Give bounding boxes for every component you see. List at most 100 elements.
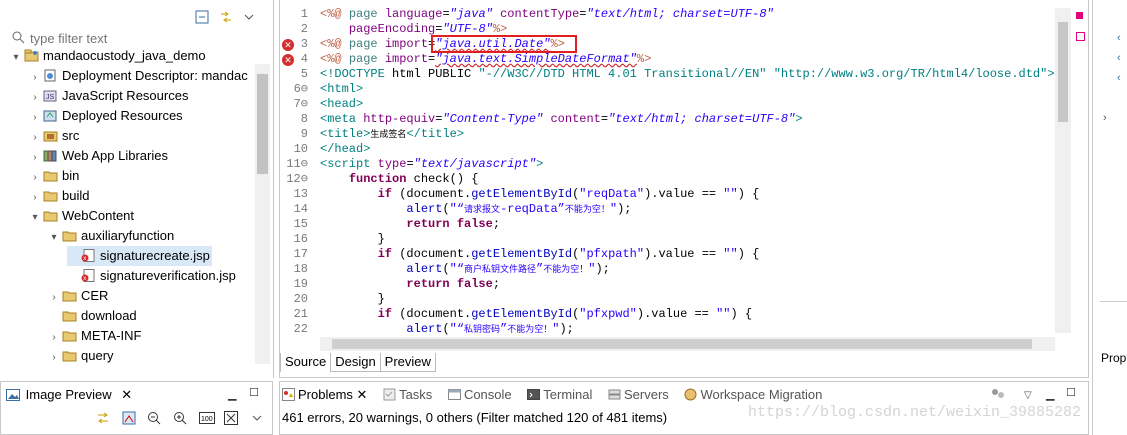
expand-down-icon[interactable]: ▾ (48, 228, 60, 248)
chevron-left-icon[interactable]: ‹ (1117, 72, 1121, 84)
tab-problems[interactable]: Problems ✕ (282, 384, 367, 406)
link-with-editor-icon[interactable] (219, 10, 233, 24)
editor-vertical-scrollbar-thumb[interactable] (1058, 22, 1068, 122)
tree-item[interactable]: › CER (48, 286, 108, 306)
chevron-right-icon[interactable]: › (48, 328, 60, 348)
chevron-right-icon[interactable]: › (29, 168, 41, 188)
tab-preview[interactable]: Preview (379, 353, 436, 372)
line-number: 21 (293, 307, 308, 321)
line-number: 5 (300, 67, 308, 81)
svg-text:100: 100 (201, 416, 213, 423)
code-line-8: <meta http-equiv="Content-Type" content=… (320, 112, 803, 126)
tab-servers[interactable]: Servers (608, 384, 669, 406)
folder-icon (43, 208, 58, 222)
terminal-icon (527, 386, 541, 400)
folder-icon (62, 288, 77, 302)
close-icon[interactable]: ✕ (121, 387, 132, 402)
code-line-19: return false; (406, 277, 501, 291)
code-line-7: <head> (320, 97, 364, 111)
library-icon (43, 148, 58, 162)
maximize-icon[interactable]: ☐ (1066, 386, 1076, 399)
image-icon (6, 386, 20, 401)
overview-marker[interactable] (1076, 32, 1085, 41)
tree-item[interactable]: › Web App Libraries (29, 146, 168, 166)
expand-down-icon[interactable]: ▾ (10, 48, 22, 68)
tree-item[interactable]: › query (48, 346, 114, 368)
chevron-right-icon[interactable]: › (29, 68, 41, 88)
right-side-panel (1092, 0, 1127, 435)
chevron-right-icon[interactable]: › (29, 128, 41, 148)
error-marker-icon[interactable]: ✕ (282, 39, 294, 51)
sync-icon[interactable] (96, 411, 110, 425)
divider (1100, 301, 1127, 302)
tree-item-label: query (81, 348, 114, 363)
editor-mode-tabs: Source Design Preview (280, 353, 436, 373)
tab-tasks[interactable]: Tasks (383, 384, 432, 406)
minimize-icon[interactable]: ▁ (1046, 388, 1054, 401)
chevron-right-icon[interactable]: › (29, 188, 41, 208)
line-number: 1 (300, 7, 308, 21)
actual-size-icon[interactable]: 100 (198, 411, 215, 425)
code-line-18: alert("“商户私钥文件路径”不能为空！"); (406, 262, 610, 276)
view-menu-icon[interactable] (250, 411, 264, 425)
tree-item[interactable]: › META-INF (48, 326, 141, 346)
tree-item[interactable]: download (48, 306, 137, 326)
tree-item[interactable]: ▾ mandaocustody_java_demo (10, 46, 205, 68)
tab-design[interactable]: Design (330, 353, 381, 372)
tree-item[interactable]: › bin (29, 166, 79, 186)
tab-terminal[interactable]: Terminal (527, 384, 592, 406)
chevron-right-icon[interactable]: › (29, 148, 41, 168)
editor-horizontal-scrollbar-thumb[interactable] (332, 339, 1032, 349)
fit-window-icon[interactable] (224, 410, 239, 425)
console-icon (447, 386, 461, 400)
explorer-scrollbar-thumb[interactable] (257, 74, 268, 174)
chevron-left-icon[interactable]: ‹ (1117, 52, 1121, 64)
chevron-left-icon[interactable]: ‹ (1117, 32, 1121, 44)
tree-item[interactable]: › Deployment Descriptor: mandac (29, 66, 247, 88)
line-number: 12⊖ (286, 172, 308, 186)
image-preview-title: Image Preview (25, 387, 112, 402)
chevron-right-icon[interactable]: › (1103, 112, 1107, 124)
code-line-16: } (320, 232, 385, 246)
tab-source[interactable]: Source (280, 353, 332, 373)
jsp-error-icon: x (81, 268, 96, 282)
view-menu-icon[interactable]: ▽ (1024, 390, 1032, 401)
chevron-right-icon[interactable]: › (48, 348, 60, 368)
tree-item[interactable]: x signaturecreate.jsp (67, 246, 212, 266)
collapse-all-icon[interactable] (195, 10, 209, 24)
source-folder-icon (43, 128, 58, 142)
line-number: 19 (293, 277, 308, 291)
close-icon[interactable]: ✕ (357, 387, 368, 402)
code-line-5: <!DOCTYPE html PUBLIC "-//W3C//DTD HTML … (320, 67, 1055, 81)
image-fit-icon[interactable] (122, 411, 136, 425)
tree-item[interactable]: › JS JavaScript Resources (29, 86, 188, 106)
tree-item[interactable]: ▾ auxiliaryfunction (48, 226, 174, 246)
code-line-6: <html> (320, 82, 364, 96)
view-options-icon[interactable] (991, 388, 1005, 403)
expand-down-icon[interactable]: ▾ (29, 208, 41, 228)
chevron-right-icon[interactable]: › (48, 288, 60, 308)
filter-input[interactable] (8, 29, 250, 47)
code-line-13: if (document.getElementById("reqData").v… (377, 187, 760, 201)
tree-item-label: META-INF (81, 328, 142, 343)
maximize-icon[interactable]: ☐ (249, 386, 259, 399)
chevron-right-icon[interactable]: › (29, 88, 41, 108)
tree-item[interactable]: › src (29, 126, 79, 146)
svg-text:x: x (83, 256, 86, 262)
tree-item[interactable]: ▾ WebContent (29, 206, 134, 226)
view-menu-icon[interactable] (242, 10, 256, 24)
tree-item[interactable]: › build (29, 186, 89, 206)
zoom-in-icon[interactable] (173, 411, 187, 425)
overview-error-marker[interactable] (1076, 12, 1083, 19)
tree-item[interactable]: › Deployed Resources (29, 106, 182, 128)
line-number: 17 (293, 247, 308, 261)
chevron-right-icon[interactable]: › (29, 108, 41, 128)
highlight-annotation-box (431, 35, 577, 53)
error-marker-icon[interactable]: ✕ (282, 54, 294, 66)
tab-workspace-migration[interactable]: Workspace Migration (684, 384, 822, 406)
zoom-out-icon[interactable] (147, 411, 161, 425)
minimize-icon[interactable]: ▁ (228, 388, 236, 401)
image-preview-tab[interactable]: Image Preview ✕ (6, 384, 132, 406)
tree-item[interactable]: x signatureverification.jsp (67, 266, 236, 286)
tab-console[interactable]: Console (447, 384, 512, 406)
